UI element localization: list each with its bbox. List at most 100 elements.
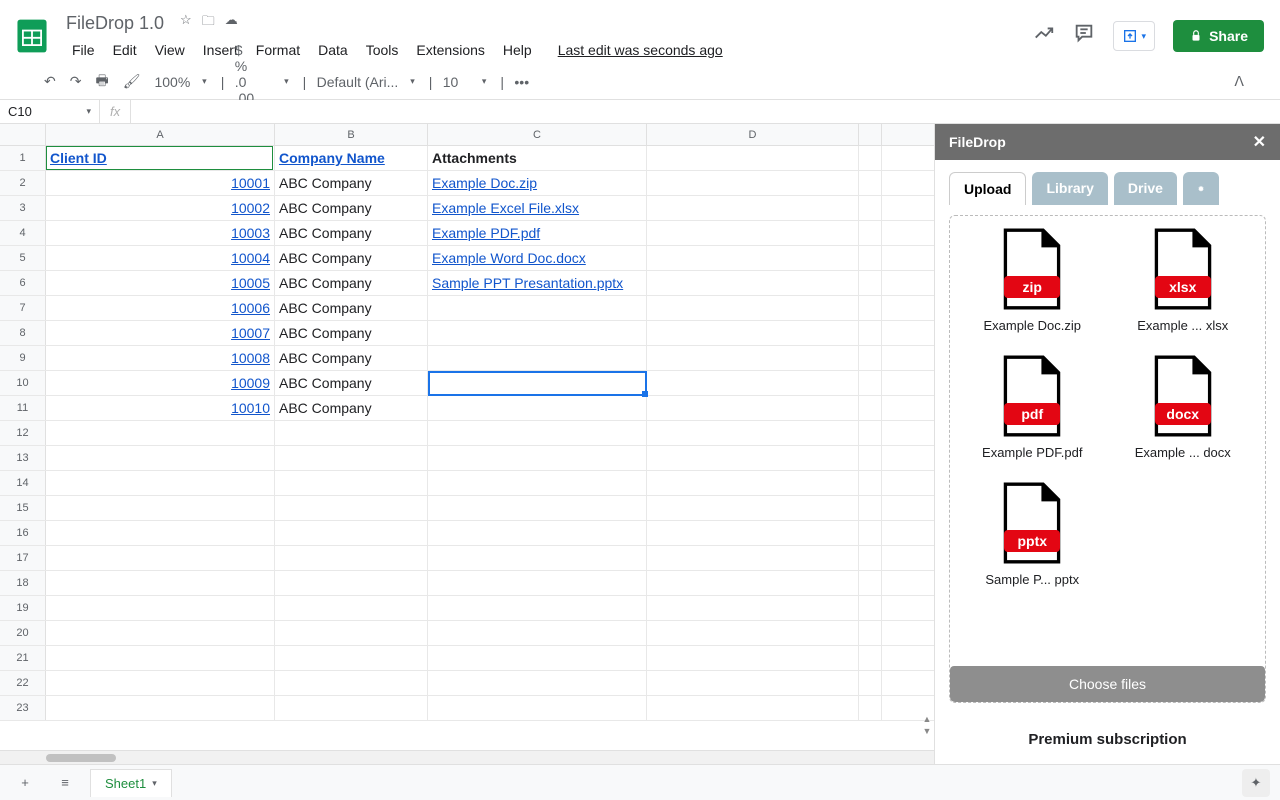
cell-C15[interactable]: [428, 496, 647, 520]
premium-link[interactable]: Premium subscription: [949, 715, 1266, 764]
cell-B22[interactable]: [275, 671, 428, 695]
cloud-icon[interactable]: ☁: [225, 12, 238, 34]
cell-A17[interactable]: [46, 546, 275, 570]
more-toolbar-button[interactable]: •••: [514, 74, 529, 90]
row-header-20[interactable]: 20: [0, 621, 46, 645]
cell-E20[interactable]: [859, 621, 882, 645]
cell-B8[interactable]: ABC Company: [275, 321, 428, 345]
cell-C4[interactable]: Example PDF.pdf: [428, 221, 647, 245]
cell-A20[interactable]: [46, 621, 275, 645]
cell-B10[interactable]: ABC Company: [275, 371, 428, 395]
cell-C2[interactable]: Example Doc.zip: [428, 171, 647, 195]
print-button[interactable]: 🖶: [95, 70, 108, 94]
undo-button[interactable]: ↶: [44, 73, 56, 90]
cell-C1[interactable]: Attachments: [428, 146, 647, 170]
cell-D3[interactable]: [647, 196, 859, 220]
panel-close-button[interactable]: ✕: [1253, 132, 1266, 152]
row-header-9[interactable]: 9: [0, 346, 46, 370]
tab-library[interactable]: Library: [1032, 172, 1107, 205]
comments-icon[interactable]: [1073, 22, 1095, 50]
row-header-14[interactable]: 14: [0, 471, 46, 495]
row-header-19[interactable]: 19: [0, 596, 46, 620]
vscroll-buttons[interactable]: ▲▼: [920, 714, 934, 736]
tab-upload[interactable]: Upload: [949, 172, 1026, 205]
cell-D7[interactable]: [647, 296, 859, 320]
cell-D13[interactable]: [647, 446, 859, 470]
sheet-tab[interactable]: Sheet1 ▾: [90, 769, 172, 797]
cell-E19[interactable]: [859, 596, 882, 620]
star-icon[interactable]: ☆: [180, 12, 192, 34]
file-item-pdf[interactable]: pdfExample PDF.pdf: [962, 355, 1103, 460]
cell-C8[interactable]: [428, 321, 647, 345]
zoom-select[interactable]: 100% ▾: [154, 74, 206, 90]
cell-B12[interactable]: [275, 421, 428, 445]
menu-view[interactable]: View: [147, 38, 193, 62]
cell-D11[interactable]: [647, 396, 859, 420]
row-header-15[interactable]: 15: [0, 496, 46, 520]
tab-drive[interactable]: Drive: [1114, 172, 1177, 205]
cell-D10[interactable]: [647, 371, 859, 395]
cell-B9[interactable]: ABC Company: [275, 346, 428, 370]
all-sheets-button[interactable]: ≡: [50, 768, 80, 798]
file-item-xlsx[interactable]: xlsxExample ... xlsx: [1113, 228, 1254, 333]
sheets-logo[interactable]: [12, 16, 52, 56]
cell-D1[interactable]: [647, 146, 859, 170]
add-sheet-button[interactable]: +: [10, 768, 40, 798]
cell-B17[interactable]: [275, 546, 428, 570]
formula-input[interactable]: [131, 100, 1280, 123]
cell-B7[interactable]: ABC Company: [275, 296, 428, 320]
file-item-zip[interactable]: zipExample Doc.zip: [962, 228, 1103, 333]
format-[interactable]: %: [235, 58, 258, 74]
row-header-4[interactable]: 4: [0, 221, 46, 245]
cell-E14[interactable]: [859, 471, 882, 495]
cell-B20[interactable]: [275, 621, 428, 645]
cell-C17[interactable]: [428, 546, 647, 570]
cell-B1[interactable]: Company Name: [275, 146, 428, 170]
cell-D14[interactable]: [647, 471, 859, 495]
cell-C21[interactable]: [428, 646, 647, 670]
tab-settings[interactable]: [1183, 172, 1219, 205]
cell-A5[interactable]: 10004: [46, 246, 275, 270]
cell-D17[interactable]: [647, 546, 859, 570]
cell-B14[interactable]: [275, 471, 428, 495]
cell-D19[interactable]: [647, 596, 859, 620]
cell-B6[interactable]: ABC Company: [275, 271, 428, 295]
cell-E7[interactable]: [859, 296, 882, 320]
cell-A6[interactable]: 10005: [46, 271, 275, 295]
cell-D12[interactable]: [647, 421, 859, 445]
row-header-11[interactable]: 11: [0, 396, 46, 420]
cell-B15[interactable]: [275, 496, 428, 520]
cell-E18[interactable]: [859, 571, 882, 595]
present-button[interactable]: ▾: [1113, 21, 1156, 51]
row-header-23[interactable]: 23: [0, 696, 46, 720]
cell-E10[interactable]: [859, 371, 882, 395]
cell-E8[interactable]: [859, 321, 882, 345]
cell-C22[interactable]: [428, 671, 647, 695]
cell-B5[interactable]: ABC Company: [275, 246, 428, 270]
cell-A11[interactable]: 10010: [46, 396, 275, 420]
menu-extensions[interactable]: Extensions: [408, 38, 492, 62]
row-header-10[interactable]: 10: [0, 371, 46, 395]
paint-format-button[interactable]: 🖌: [123, 73, 141, 90]
row-header-8[interactable]: 8: [0, 321, 46, 345]
cell-E4[interactable]: [859, 221, 882, 245]
cell-A19[interactable]: [46, 596, 275, 620]
row-header-22[interactable]: 22: [0, 671, 46, 695]
cell-A4[interactable]: 10003: [46, 221, 275, 245]
cell-E3[interactable]: [859, 196, 882, 220]
font-select[interactable]: Default (Ari... ▾: [317, 74, 415, 90]
cell-D20[interactable]: [647, 621, 859, 645]
cell-C23[interactable]: [428, 696, 647, 720]
col-header-blank[interactable]: [859, 124, 882, 145]
row-header-18[interactable]: 18: [0, 571, 46, 595]
cell-E6[interactable]: [859, 271, 882, 295]
menu-file[interactable]: File: [64, 38, 103, 62]
row-header-16[interactable]: 16: [0, 521, 46, 545]
cell-D18[interactable]: [647, 571, 859, 595]
name-box[interactable]: C10 ▾: [0, 100, 100, 123]
file-item-docx[interactable]: docxExample ... docx: [1113, 355, 1254, 460]
row-header-2[interactable]: 2: [0, 171, 46, 195]
explore-button[interactable]: ✦: [1242, 769, 1270, 797]
cell-C11[interactable]: [428, 396, 647, 420]
row-header-12[interactable]: 12: [0, 421, 46, 445]
